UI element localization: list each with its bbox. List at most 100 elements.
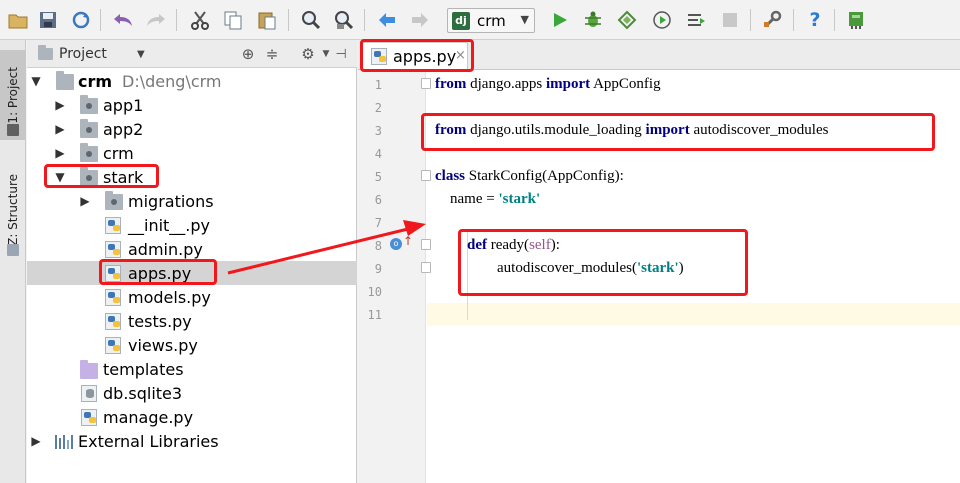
package-icon xyxy=(80,95,98,114)
run-icon[interactable] xyxy=(549,9,571,31)
chevron-down-icon[interactable]: ▼ xyxy=(137,49,145,60)
package-icon xyxy=(105,191,123,210)
chevron-down-icon: ▼ xyxy=(520,13,529,26)
tab-apps-py[interactable]: apps.py × xyxy=(362,42,468,70)
chevron-right-icon[interactable]: ▶ xyxy=(29,434,43,448)
line-number: 7 xyxy=(374,216,382,230)
gear-icon[interactable]: ⚙ xyxy=(299,45,317,63)
chevron-right-icon[interactable]: ▶ xyxy=(53,122,67,136)
package-icon xyxy=(80,143,98,162)
chevron-down-icon[interactable]: ▼ xyxy=(53,170,67,184)
structure-tab-icon xyxy=(7,244,19,256)
python-file-icon xyxy=(105,217,121,234)
database-file-icon xyxy=(81,385,97,402)
coverage-icon[interactable] xyxy=(616,9,638,31)
tree-item-path: D:\deng\crm xyxy=(122,71,222,91)
tree-item-label: models.py xyxy=(128,287,211,307)
code-line-9: autodiscover_modules('stark') xyxy=(467,260,684,276)
tree-item-external-libraries[interactable]: ▶ External Libraries xyxy=(27,429,357,453)
tree-item-label: app2 xyxy=(103,119,144,139)
fold-marker-icon[interactable] xyxy=(421,170,431,181)
close-icon[interactable]: × xyxy=(455,48,466,63)
editor-tab-bar: apps.py × xyxy=(358,40,960,70)
undo-icon[interactable] xyxy=(112,9,134,31)
tree-item-tests-py[interactable]: tests.py xyxy=(27,309,357,333)
chevron-down-icon[interactable]: ▼ xyxy=(29,74,43,88)
help-icon[interactable]: ? xyxy=(804,9,826,31)
tree-item-crm-root[interactable]: ▼ crm D:\deng\crm xyxy=(27,69,357,93)
project-view-title[interactable]: Project xyxy=(59,46,107,62)
replace-icon[interactable] xyxy=(333,9,355,31)
fold-marker-icon[interactable] xyxy=(421,262,431,273)
save-icon[interactable] xyxy=(37,9,59,31)
fold-marker-icon[interactable] xyxy=(421,78,431,89)
tree-item-label: templates xyxy=(103,359,184,379)
tree-item-label: views.py xyxy=(128,335,198,355)
chevron-right-icon[interactable]: ▶ xyxy=(53,98,67,112)
fold-marker-icon[interactable] xyxy=(421,239,431,250)
cut-icon[interactable] xyxy=(189,9,211,31)
tree-item-label: crm xyxy=(78,71,113,91)
tree-item-stark[interactable]: ▼ stark xyxy=(27,165,357,189)
python-file-icon xyxy=(105,313,121,330)
code-editor[interactable]: 1 2 3 4 5 6 7 8 9 10 11 o ↑ from django.… xyxy=(358,70,960,483)
chevron-right-icon[interactable]: ▶ xyxy=(53,146,67,160)
tree-item-label: stark xyxy=(103,167,144,187)
python-file-icon xyxy=(105,265,121,282)
locate-file-icon[interactable]: ⊕ xyxy=(239,45,257,63)
forward-icon[interactable] xyxy=(409,9,431,31)
settings-icon[interactable] xyxy=(761,9,783,31)
python-file-icon xyxy=(81,409,97,426)
open-folder-icon[interactable] xyxy=(7,9,29,31)
concurrency-icon[interactable] xyxy=(685,9,707,31)
tree-item-label: migrations xyxy=(128,191,214,211)
stop-icon[interactable] xyxy=(719,9,741,31)
tree-item-apps-py[interactable]: apps.py xyxy=(27,261,357,285)
tree-item-db-sqlite3[interactable]: db.sqlite3 xyxy=(27,381,357,405)
tool-window-strip: 1: Project Z: Structure xyxy=(0,40,26,483)
templates-folder-icon xyxy=(80,360,98,379)
current-line-highlight xyxy=(427,303,960,326)
line-number: 5 xyxy=(374,170,382,184)
line-number: 10 xyxy=(367,285,382,299)
tree-item-views-py[interactable]: views.py xyxy=(27,333,357,357)
tree-item-manage-py[interactable]: manage.py xyxy=(27,405,357,429)
hide-panel-icon[interactable]: ⊣ xyxy=(332,45,350,63)
tree-item-admin-py[interactable]: admin.py xyxy=(27,237,357,261)
line-number: 11 xyxy=(367,308,382,322)
code-line-5: class StarkConfig(AppConfig): xyxy=(435,168,624,184)
line-number: 8 xyxy=(374,239,382,253)
plugin-icon[interactable] xyxy=(845,9,867,31)
arrow-up-icon: ↑ xyxy=(403,234,414,248)
python-file-icon xyxy=(371,48,387,65)
main-toolbar: dj crm ▼ ? xyxy=(0,0,960,40)
line-number: 9 xyxy=(374,262,382,276)
back-icon[interactable] xyxy=(376,9,398,31)
override-method-icon[interactable]: o xyxy=(390,238,402,250)
find-icon[interactable] xyxy=(300,9,322,31)
tree-item-templates[interactable]: templates xyxy=(27,357,357,381)
project-panel-header: Project ▼ ⊕ ≑ ⚙ ▼ ⊣ xyxy=(27,40,357,68)
tree-item-label: tests.py xyxy=(128,311,192,331)
tree-item-init-py[interactable]: __init__.py xyxy=(27,213,357,237)
tree-item-models-py[interactable]: models.py xyxy=(27,285,357,309)
debug-icon[interactable] xyxy=(582,9,604,31)
run-configuration-select[interactable]: dj crm ▼ xyxy=(447,8,535,33)
tree-item-label: admin.py xyxy=(128,239,203,259)
tree-item-app1[interactable]: ▶ app1 xyxy=(27,93,357,117)
copy-icon[interactable] xyxy=(222,9,244,31)
sync-icon[interactable] xyxy=(70,9,92,31)
tree-item-migrations[interactable]: ▶ migrations xyxy=(27,189,357,213)
redo-icon[interactable] xyxy=(145,9,167,31)
chevron-right-icon[interactable]: ▶ xyxy=(78,194,92,208)
collapse-all-icon[interactable]: ≑ xyxy=(263,45,281,63)
line-number: 2 xyxy=(374,101,382,115)
python-file-icon xyxy=(105,337,121,354)
paste-icon[interactable] xyxy=(256,9,278,31)
package-icon xyxy=(80,119,98,138)
tree-item-crm-package[interactable]: ▶ crm xyxy=(27,141,357,165)
tree-item-app2[interactable]: ▶ app2 xyxy=(27,117,357,141)
profile-icon[interactable] xyxy=(651,9,673,31)
tree-item-label: manage.py xyxy=(103,407,194,427)
tree-item-label: db.sqlite3 xyxy=(103,383,183,403)
